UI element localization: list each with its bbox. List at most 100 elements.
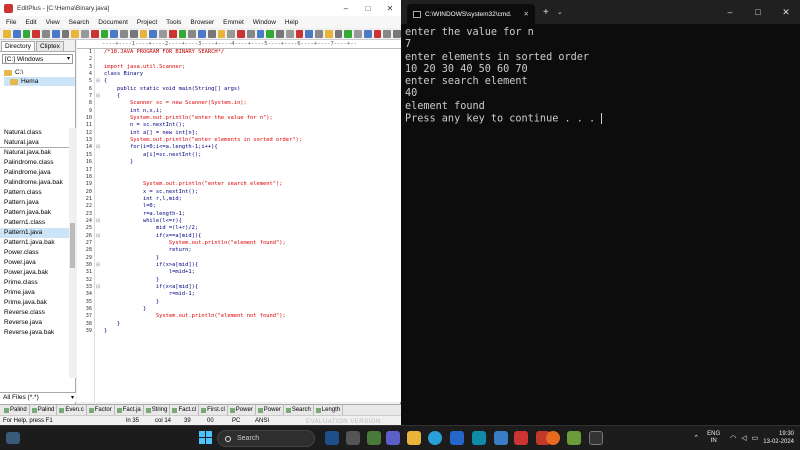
chevron-down-icon[interactable]: ⌄ <box>557 8 563 16</box>
toolbar-button-icon[interactable] <box>81 29 89 38</box>
toolbar-button-icon[interactable] <box>305 29 313 38</box>
document-tab[interactable]: Length <box>314 405 344 415</box>
toolbar-button-icon[interactable] <box>354 29 362 38</box>
toolbar-button-icon[interactable] <box>217 29 226 38</box>
file-item[interactable]: Power.java <box>0 258 76 268</box>
fold-toggle-icon[interactable]: ⊟ <box>96 218 102 225</box>
language-indicator[interactable]: ENG IN <box>707 431 720 445</box>
toolbar-button-icon[interactable] <box>149 29 157 38</box>
file-item[interactable]: Pattern1.class <box>0 218 76 228</box>
teams-icon[interactable] <box>386 431 400 445</box>
code-area[interactable]: /*18.JAVA PROGRAM FOR BINARY SEARCH*/ imp… <box>104 49 401 402</box>
toolbar-button-icon[interactable] <box>344 29 352 38</box>
file-item[interactable]: Pattern1.java <box>0 228 76 238</box>
toolbar-button-icon[interactable] <box>3 29 11 38</box>
file-item[interactable]: Natural.class <box>0 128 76 138</box>
menu-item[interactable]: Window <box>253 19 276 26</box>
mail-icon[interactable] <box>494 431 508 445</box>
toolbar-button-icon[interactable] <box>315 29 323 38</box>
fold-toggle-icon[interactable]: ⊟ <box>96 284 102 291</box>
file-item[interactable]: Prime.class <box>0 278 76 288</box>
toolbar-button-icon[interactable] <box>266 29 274 38</box>
battery-icon[interactable]: ▭ <box>752 434 759 442</box>
file-item[interactable]: Power.class <box>0 248 76 258</box>
file-filter-select[interactable]: All Files (*.*) <box>0 392 76 403</box>
menu-item[interactable]: Edit <box>25 19 36 26</box>
file-item[interactable]: Palindrome.java <box>0 168 76 178</box>
terminal-output[interactable]: enter the value for n 7 enter elements in … <box>401 24 800 125</box>
wifi-icon[interactable]: ◠ <box>730 434 736 442</box>
volume-icon[interactable]: ◁ <box>741 434 746 442</box>
toolbar-button-icon[interactable] <box>324 29 333 38</box>
menu-item[interactable]: File <box>6 19 16 26</box>
close-tab-icon[interactable]: ✕ <box>524 10 529 18</box>
toolbar-button-icon[interactable] <box>188 29 196 38</box>
file-item[interactable]: Palindrome.java.bak <box>0 178 76 188</box>
maximize-button[interactable]: □ <box>357 0 379 16</box>
app2-icon[interactable] <box>567 431 581 445</box>
fold-toggle-icon[interactable]: ⊟ <box>96 93 102 100</box>
menu-item[interactable]: Project <box>137 19 157 26</box>
firefox-icon[interactable] <box>546 431 560 445</box>
toolbar-button-icon[interactable] <box>393 29 401 38</box>
file-item[interactable]: Pattern1.java.bak <box>0 238 76 248</box>
file-item[interactable]: Pattern.class <box>0 188 76 198</box>
tab-directory[interactable]: Directory <box>1 41 36 51</box>
code-editor[interactable]: ----+----1----+----2----+----3----+----4… <box>77 40 401 402</box>
fold-toggle-icon[interactable]: ⊟ <box>96 78 102 85</box>
toolbar-button-icon[interactable] <box>227 29 235 38</box>
document-tab[interactable]: Palind <box>2 405 30 415</box>
toolbar-button-icon[interactable] <box>100 29 109 38</box>
menu-item[interactable]: Search <box>69 19 90 26</box>
file-item[interactable]: Pattern.java <box>0 198 76 208</box>
clock[interactable]: 19:30 13-02-2024 <box>763 430 794 446</box>
toolbar-button-icon[interactable] <box>168 29 177 38</box>
terminal-minimize-button[interactable]: – <box>716 0 744 24</box>
document-tab[interactable]: Fact.cl <box>170 405 200 415</box>
new-tab-icon[interactable]: + <box>543 7 549 18</box>
toolbar-button-icon[interactable] <box>207 29 216 38</box>
close-button[interactable]: ✕ <box>379 0 401 16</box>
widgets-icon[interactable] <box>367 431 381 445</box>
file-item[interactable]: Reverse.class <box>0 308 76 318</box>
store-icon[interactable] <box>450 431 464 445</box>
toolbar-button-icon[interactable] <box>129 29 138 38</box>
windows-start-icon[interactable] <box>199 431 213 445</box>
toolbar-button-icon[interactable] <box>285 29 294 38</box>
file-item[interactable]: Natural.java <box>0 138 76 148</box>
document-tab[interactable]: First.cl <box>199 405 228 415</box>
toolbar-button-icon[interactable] <box>32 29 40 38</box>
toolbar-button-icon[interactable] <box>120 29 128 38</box>
file-item[interactable]: Prime.java.bak <box>0 298 76 308</box>
toolbar-button-icon[interactable] <box>256 29 265 38</box>
toolbar-button-icon[interactable] <box>61 29 70 38</box>
toolbar-button-icon[interactable] <box>373 29 382 38</box>
menu-item[interactable]: Document <box>98 19 128 26</box>
toolbar-button-icon[interactable] <box>383 29 391 38</box>
document-tab[interactable]: Search <box>284 405 314 415</box>
toolbar-button-icon[interactable] <box>237 29 245 38</box>
drive-select[interactable]: [C:] Windows <box>2 54 73 64</box>
menu-item[interactable]: Browser <box>190 19 214 26</box>
file-item[interactable]: Reverse.java <box>0 318 76 328</box>
fold-toggle-icon[interactable]: ⊟ <box>96 233 102 240</box>
document-tab[interactable]: Even.c <box>57 405 87 415</box>
terminal-close-button[interactable]: ✕ <box>772 0 800 24</box>
toolbar-button-icon[interactable] <box>12 29 21 38</box>
file-item[interactable]: Pattern.java.bak <box>0 208 76 218</box>
toolbar-button-icon[interactable] <box>159 29 167 38</box>
toolbar-button-icon[interactable] <box>276 29 284 38</box>
file-item[interactable]: Power.java.bak <box>0 268 76 278</box>
copilot-icon[interactable] <box>325 431 339 445</box>
toolbar-button-icon[interactable] <box>22 29 31 38</box>
mcafee-icon[interactable] <box>514 431 528 445</box>
toolbar-button-icon[interactable] <box>363 29 372 38</box>
taskbar-search[interactable]: Search <box>217 430 315 447</box>
toolbar-button-icon[interactable] <box>295 29 304 38</box>
terminal-maximize-button[interactable]: □ <box>744 0 772 24</box>
file-item[interactable]: Reverse.java.bak <box>0 328 76 338</box>
file-item[interactable]: Natural.java.bak <box>0 148 76 158</box>
document-tab[interactable]: Fact.ja <box>115 405 144 415</box>
menu-item[interactable]: View <box>46 19 60 26</box>
file-explorer-icon[interactable] <box>407 431 421 445</box>
